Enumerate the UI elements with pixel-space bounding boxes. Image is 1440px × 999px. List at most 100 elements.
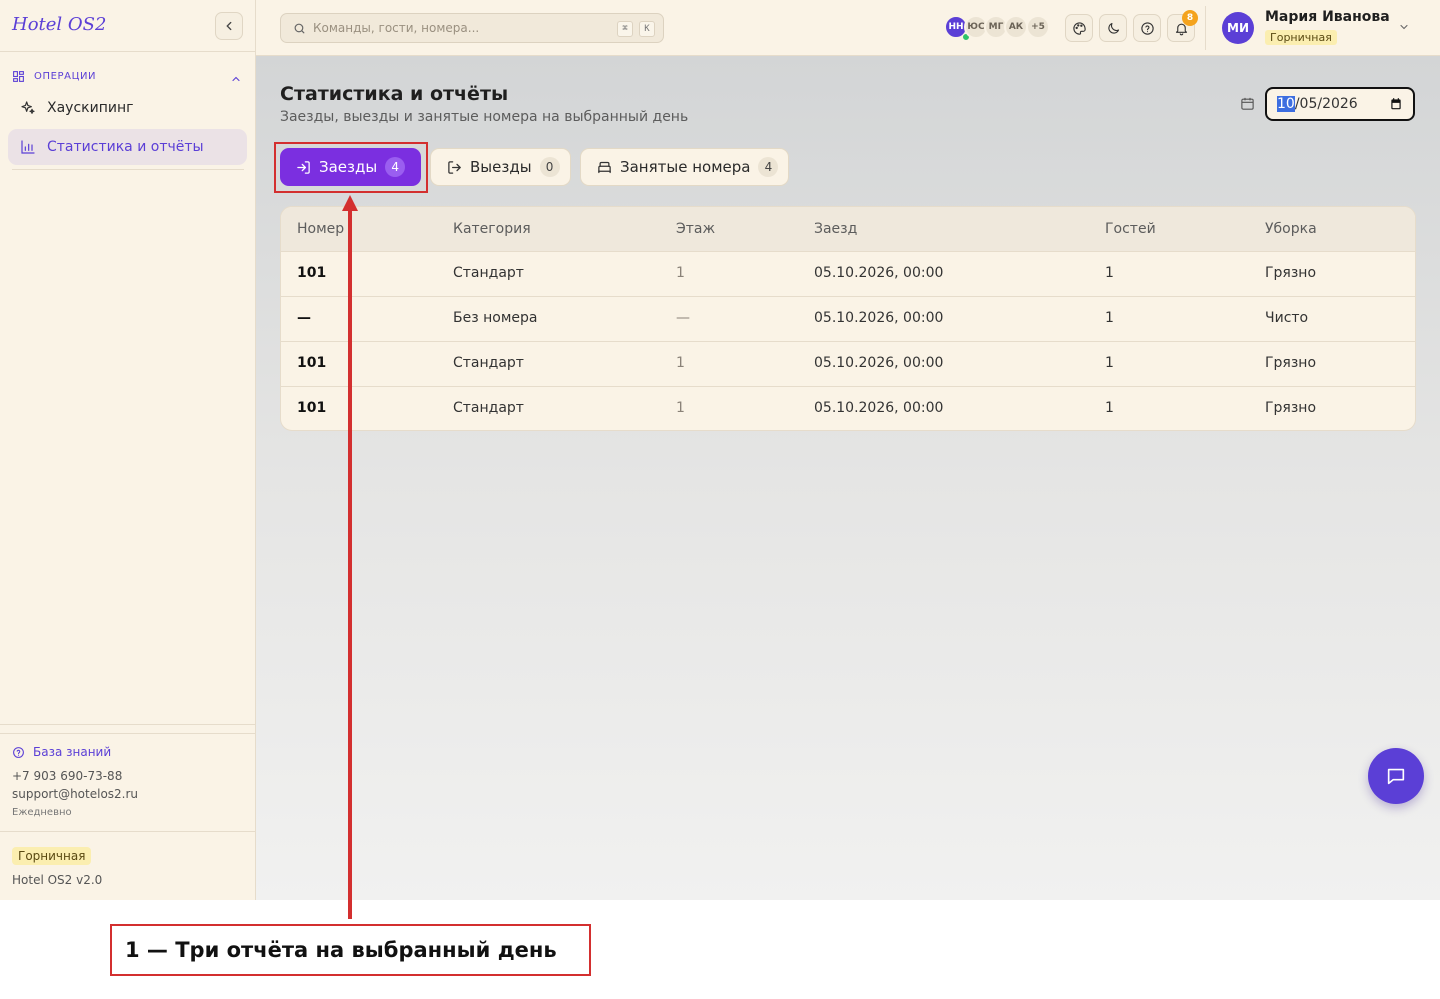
column-header-arrival[interactable]: Заезд: [814, 221, 857, 237]
shortcut-key-cmd: ⌘: [617, 21, 633, 37]
table-row[interactable]: — Без номера — 05.10.2026, 00:00 1 Чисто: [281, 296, 1415, 341]
annotation-highlight-box: [274, 142, 428, 193]
role-badge: Горничная: [12, 847, 92, 865]
support-hours: Ежедневно: [12, 807, 72, 818]
sparkles-icon: [20, 100, 36, 116]
theme-palette-button[interactable]: [1065, 14, 1093, 42]
shortcut-key-k: K: [639, 21, 655, 37]
tab-count-badge: 4: [758, 157, 779, 177]
cell-room: 101: [297, 400, 327, 416]
notifications-button[interactable]: 8: [1167, 10, 1198, 42]
sidebar-item-label: Статистика и отчёты: [47, 139, 204, 155]
cell-cleaning: Грязно: [1265, 400, 1317, 416]
column-header-guests[interactable]: Гостей: [1105, 221, 1156, 237]
palette-icon: [1072, 21, 1087, 36]
footer-divider: [0, 831, 256, 832]
column-header-room[interactable]: Номер: [297, 221, 344, 237]
sidebar-divider: [12, 169, 244, 170]
help-button[interactable]: [1133, 14, 1161, 42]
moon-icon: [1106, 21, 1121, 36]
command-search[interactable]: ⌘ K: [280, 13, 664, 43]
search-icon: [293, 22, 306, 35]
page-title: Статистика и отчёты: [280, 83, 509, 105]
user-menu-chevron-icon[interactable]: [1398, 21, 1410, 33]
chat-button[interactable]: [1368, 748, 1424, 804]
search-input[interactable]: [313, 21, 603, 35]
cell-category: Стандарт: [453, 355, 524, 371]
arrivals-table: Номер Категория Этаж Заезд Гостей Уборка…: [280, 206, 1416, 431]
table-header: Номер Категория Этаж Заезд Гостей Уборка: [281, 207, 1415, 252]
main-content: Статистика и отчёты Заезды, выезды и зан…: [256, 56, 1440, 900]
support-phone[interactable]: +7 903 690-73-88: [12, 769, 122, 783]
cell-arrival: 05.10.2026, 00:00: [814, 355, 944, 371]
collapse-sidebar-button[interactable]: [215, 12, 243, 40]
dark-mode-button[interactable]: [1099, 14, 1127, 42]
dashboard-icon: [12, 70, 25, 83]
table-row[interactable]: 101 Стандарт 1 05.10.2026, 00:00 1 Грязн…: [281, 251, 1415, 296]
cell-arrival: 05.10.2026, 00:00: [814, 265, 944, 281]
sidebar-footer: База знаний +7 903 690-73-88 support@hot…: [0, 724, 256, 900]
online-users[interactable]: НН ЮС МГ АК +5: [944, 15, 1056, 41]
section-label: ОПЕРАЦИИ: [34, 70, 97, 82]
support-email[interactable]: support@hotelos2.ru: [12, 787, 138, 801]
cell-arrival: 05.10.2026, 00:00: [814, 310, 944, 326]
tab-label: Выезды: [470, 158, 532, 176]
tab-occupied-rooms[interactable]: Занятые номера 4: [580, 148, 789, 186]
annotation-arrow-line: [348, 205, 352, 919]
calendar-icon: [1240, 96, 1255, 111]
cell-category: Стандарт: [453, 265, 524, 281]
date-picker-input[interactable]: 10/05/2026: [1265, 87, 1415, 121]
sidebar-item-label: Хаускипинг: [47, 100, 134, 116]
user-role-badge: Горничная: [1265, 30, 1337, 45]
user-name[interactable]: Мария Иванова: [1265, 9, 1390, 25]
user-avatar[interactable]: МИ: [1222, 12, 1254, 44]
cell-guests: 1: [1105, 310, 1114, 326]
topbar-divider: [1205, 6, 1206, 50]
cell-guests: 1: [1105, 355, 1114, 371]
tab-label: Занятые номера: [620, 158, 751, 176]
help-circle-icon: [1140, 21, 1155, 36]
bar-chart-icon: [20, 139, 36, 155]
bed-icon: [597, 160, 612, 175]
date-month-segment[interactable]: 10: [1277, 96, 1295, 112]
cell-arrival: 05.10.2026, 00:00: [814, 400, 944, 416]
calendar-picker-icon[interactable]: [1389, 97, 1403, 111]
table-row[interactable]: 101 Стандарт 1 05.10.2026, 00:00 1 Грязн…: [281, 341, 1415, 386]
app-window: Hotel OS2 ОПЕРАЦИИ Хаускипинг Статистика…: [0, 0, 1440, 900]
date-rest-segment[interactable]: /05/2026: [1295, 96, 1358, 112]
knowledge-base-link[interactable]: База знаний: [12, 745, 111, 759]
sidebar: Hotel OS2 ОПЕРАЦИИ Хаускипинг Статистика…: [0, 0, 256, 900]
column-header-cleaning[interactable]: Уборка: [1265, 221, 1317, 237]
column-header-floor[interactable]: Этаж: [676, 221, 715, 237]
cell-floor: 1: [676, 265, 685, 281]
section-operations[interactable]: ОПЕРАЦИИ: [12, 68, 244, 84]
tab-departures[interactable]: Выезды 0: [430, 148, 571, 186]
cell-guests: 1: [1105, 265, 1114, 281]
topbar: ⌘ K НН ЮС МГ АК +5: [256, 0, 1440, 56]
tab-count-badge: 0: [539, 157, 560, 177]
help-circle-icon: [12, 746, 25, 759]
app-logo[interactable]: Hotel OS2: [12, 14, 106, 35]
cell-cleaning: Грязно: [1265, 355, 1317, 371]
knowledge-base-label: База знаний: [33, 745, 112, 759]
sidebar-item-housekeeping[interactable]: Хаускипинг: [8, 90, 247, 126]
chevron-left-icon: [222, 19, 236, 33]
cell-category: Без номера: [453, 310, 538, 326]
cell-room: 101: [297, 355, 327, 371]
annotation-callout: 1 — Три отчёта на выбранный день: [110, 924, 591, 976]
avatar[interactable]: АК: [1004, 15, 1028, 39]
table-row[interactable]: 101 Стандарт 1 05.10.2026, 00:00 1 Грязн…: [281, 386, 1415, 430]
sidebar-header: Hotel OS2: [0, 0, 255, 52]
app-version: Hotel OS2 v2.0: [12, 873, 103, 887]
more-users-count[interactable]: +5: [1026, 15, 1050, 39]
cell-floor: 1: [676, 355, 685, 371]
footer-divider: [0, 733, 256, 734]
column-header-category[interactable]: Категория: [453, 221, 531, 237]
logout-icon: [447, 160, 462, 175]
cell-room: 101: [297, 265, 327, 281]
cell-cleaning: Чисто: [1265, 310, 1309, 326]
chevron-up-icon: [230, 70, 242, 89]
cell-category: Стандарт: [453, 400, 524, 416]
sidebar-item-statistics[interactable]: Статистика и отчёты: [8, 129, 247, 165]
cell-floor: —: [676, 310, 690, 326]
